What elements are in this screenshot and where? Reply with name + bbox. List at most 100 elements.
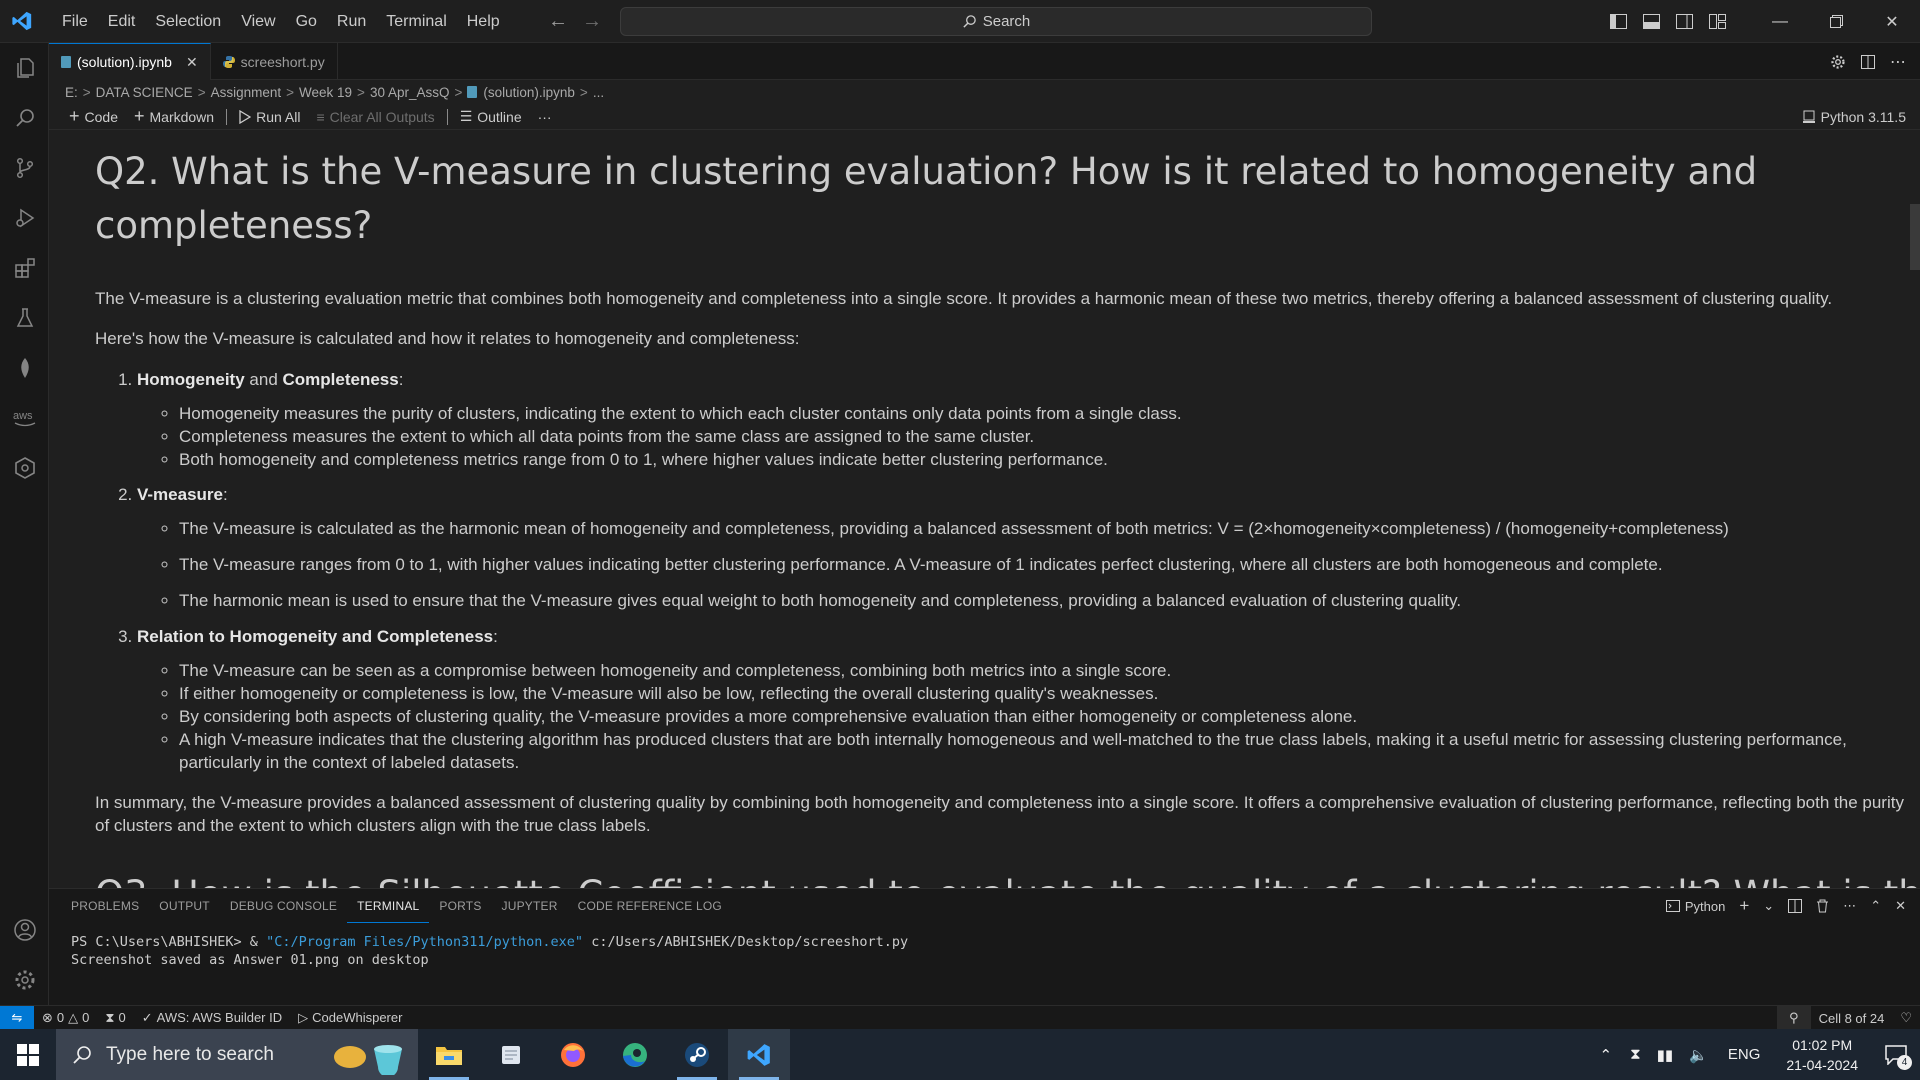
list-item-homogeneity-completeness: Homogeneity and Completeness: Homogeneit… <box>137 368 1915 471</box>
command-center-search[interactable]: Search <box>620 7 1372 36</box>
breadcrumb-item[interactable]: Week 19 <box>299 85 352 100</box>
editor-tabs: (solution).ipynb ✕ screeshort.py ⋯ <box>49 43 1920 80</box>
breadcrumb-item[interactable]: (solution).ipynb <box>483 85 575 100</box>
notepad-app-icon[interactable] <box>480 1029 542 1080</box>
edge-app-icon[interactable] <box>604 1029 666 1080</box>
language-indicator[interactable]: ENG <box>1716 1046 1773 1063</box>
menu-go[interactable]: Go <box>286 0 327 43</box>
tab-solution-ipynb[interactable]: (solution).ipynb ✕ <box>49 43 211 80</box>
testing-flask-icon[interactable] <box>0 293 49 343</box>
add-code-cell-button[interactable]: + Code <box>61 106 126 127</box>
vscode-app-icon[interactable] <box>728 1029 790 1080</box>
panel-more-icon[interactable]: ⋯ <box>1843 898 1856 914</box>
tab-ports[interactable]: PORTS <box>429 889 491 923</box>
chevron-down-icon[interactable]: ⌄ <box>1763 898 1774 914</box>
new-terminal-icon[interactable]: + <box>1739 896 1749 916</box>
menu-view[interactable]: View <box>231 0 285 43</box>
editor-scrollbar[interactable] <box>1910 204 1920 270</box>
back-arrow-icon[interactable]: ← <box>548 10 568 33</box>
codewhisperer-status[interactable]: ▷ CodeWhisperer <box>290 1010 410 1026</box>
more-actions-icon[interactable]: ⋯ <box>1890 52 1906 72</box>
cell-position-status[interactable]: Cell 8 of 24 <box>1811 1011 1893 1026</box>
customize-layout-icon[interactable] <box>1701 0 1734 43</box>
volume-icon[interactable]: 🔈 <box>1681 1046 1716 1064</box>
aws-status[interactable]: ✓ AWS: AWS Builder ID <box>134 1010 290 1026</box>
steam-app-icon[interactable] <box>666 1029 728 1080</box>
search-view-icon[interactable] <box>0 93 49 143</box>
terminal-output[interactable]: PS C:\Users\ABHISHEK> & "C:/Program File… <box>49 923 1920 969</box>
close-panel-icon[interactable]: ✕ <box>1895 898 1906 914</box>
toggle-panel-icon[interactable] <box>1635 0 1668 43</box>
trash-icon[interactable] <box>1816 899 1829 913</box>
list-item: Homogeneity measures the purity of clust… <box>179 402 1915 425</box>
tab-problems[interactable]: PROBLEMS <box>61 889 149 923</box>
minimize-button[interactable]: — <box>1752 0 1808 43</box>
breadcrumb-item[interactable]: ... <box>593 85 604 100</box>
taskbar-search-box[interactable]: Type here to search <box>56 1029 418 1080</box>
run-all-button[interactable]: Run All <box>231 109 308 125</box>
split-editor-icon[interactable] <box>1860 54 1876 70</box>
hexagon-extension-icon[interactable] <box>0 443 49 493</box>
editor-actions: ⋯ <box>1830 43 1920 80</box>
remote-indicator-icon[interactable]: ⇋ <box>0 1005 34 1030</box>
tab-code-reference-log[interactable]: CODE REFERENCE LOG <box>568 889 732 923</box>
maximize-panel-icon[interactable]: ⌃ <box>1870 898 1881 914</box>
breadcrumb-item[interactable]: DATA SCIENCE <box>96 85 193 100</box>
add-markdown-cell-button[interactable]: + Markdown <box>126 106 222 127</box>
restore-button[interactable] <box>1808 0 1864 43</box>
explorer-icon[interactable] <box>0 43 49 93</box>
list-item-relation: Relation to Homogeneity and Completeness… <box>137 625 1915 774</box>
menu-help[interactable]: Help <box>457 0 510 43</box>
terminal-shell-picker[interactable]: Python <box>1665 899 1725 914</box>
action-center-icon[interactable]: 4 <box>1872 1029 1920 1080</box>
markdown-cell[interactable]: Q2. What is the V-measure in clustering … <box>95 131 1915 837</box>
aws-icon[interactable]: aws <box>0 393 49 443</box>
problems-status[interactable]: ⊗ 0 △ 0 <box>34 1010 97 1026</box>
breadcrumb-item[interactable]: E: <box>65 85 78 100</box>
battery-icon[interactable]: ▮▮ <box>1649 1046 1682 1064</box>
play-outline-icon: ▷ <box>298 1009 309 1025</box>
menu-terminal[interactable]: Terminal <box>376 0 456 43</box>
check-icon: ✓ <box>141 1009 153 1025</box>
file-explorer-app-icon[interactable] <box>418 1029 480 1080</box>
clear-all-outputs-button[interactable]: ≡ Clear All Outputs <box>308 109 442 125</box>
extensions-icon[interactable] <box>0 243 49 293</box>
settings-gear-icon[interactable] <box>1830 54 1846 70</box>
run-debug-icon[interactable] <box>0 193 49 243</box>
zoom-status[interactable]: ⚲ <box>1777 1006 1811 1030</box>
menu-run[interactable]: Run <box>327 0 376 43</box>
tab-debug-console[interactable]: DEBUG CONSOLE <box>220 889 347 923</box>
tab-output[interactable]: OUTPUT <box>149 889 220 923</box>
toolbar-more-button[interactable]: ··· <box>530 109 560 125</box>
toggle-primary-sidebar-icon[interactable] <box>1602 0 1635 43</box>
source-control-icon[interactable] <box>0 143 49 193</box>
kernel-picker[interactable]: Python 3.11.5 <box>1802 104 1906 130</box>
chevron-right-icon: > <box>197 84 206 100</box>
close-window-button[interactable]: ✕ <box>1864 0 1920 43</box>
forward-arrow-icon[interactable]: → <box>582 10 602 33</box>
firefox-app-icon[interactable] <box>542 1029 604 1080</box>
menu-selection[interactable]: Selection <box>145 0 231 43</box>
windows-start-icon[interactable] <box>0 1029 56 1080</box>
menu-file[interactable]: File <box>52 0 98 43</box>
tab-jupyter[interactable]: JUPYTER <box>492 889 568 923</box>
taskbar-search-placeholder: Type here to search <box>106 1043 274 1065</box>
tray-chevron-up-icon[interactable]: ⌃ <box>1590 1046 1623 1064</box>
leaf-extension-icon[interactable] <box>0 343 49 393</box>
breadcrumb-item[interactable]: Assignment <box>211 85 282 100</box>
accounts-icon[interactable] <box>0 905 49 955</box>
tab-screeshort-py[interactable]: screeshort.py <box>211 43 338 80</box>
ports-status[interactable]: ⧗ 0 <box>97 1010 133 1026</box>
menu-edit[interactable]: Edit <box>98 0 146 43</box>
clock[interactable]: 01:02 PM 21-04-2024 <box>1772 1035 1872 1075</box>
tab-terminal[interactable]: TERMINAL <box>347 889 430 923</box>
bold-term: Relation to Homogeneity and Completeness <box>137 627 494 646</box>
split-terminal-icon[interactable] <box>1788 899 1803 913</box>
outline-button[interactable]: ☰ Outline <box>452 108 530 125</box>
notifications-bell-icon[interactable]: ♡ <box>1892 1010 1920 1026</box>
toggle-secondary-sidebar-icon[interactable] <box>1668 0 1701 43</box>
breadcrumb-item[interactable]: 30 Apr_AssQ <box>370 85 450 100</box>
manage-gear-icon[interactable] <box>0 955 49 1005</box>
network-icon[interactable]: ⧗ <box>1622 1046 1649 1063</box>
close-tab-icon[interactable]: ✕ <box>186 54 198 71</box>
